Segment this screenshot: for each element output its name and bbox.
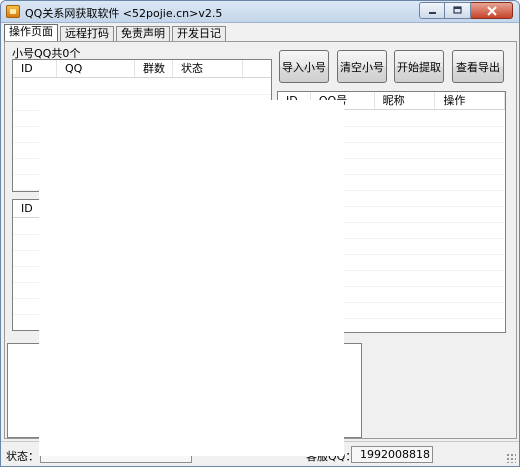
title-bar[interactable]: QQ关系网获取软件 <52pojie.cn>v2.5 bbox=[1, 1, 519, 23]
accounts-table-header: ID QQ 群数 状态 bbox=[13, 60, 271, 78]
tab-dev-log[interactable]: 开发日记 bbox=[172, 26, 226, 41]
resize-grip[interactable] bbox=[506, 453, 516, 463]
close-button[interactable] bbox=[471, 2, 513, 19]
view-export-button[interactable]: 查看导出 bbox=[452, 50, 504, 83]
maximize-icon bbox=[453, 6, 462, 14]
minimize-button[interactable] bbox=[419, 2, 445, 19]
tab-operation[interactable]: 操作页面 bbox=[4, 24, 58, 41]
column-header-status[interactable]: 状态 bbox=[173, 60, 243, 77]
close-icon bbox=[486, 5, 497, 16]
import-accounts-button[interactable]: 导入小号 bbox=[279, 50, 329, 83]
main-window: QQ关系网获取软件 <52pojie.cn>v2.5 操作页面 远程打码 免责声… bbox=[0, 0, 520, 467]
tab-remote-captcha[interactable]: 远程打码 bbox=[60, 26, 114, 41]
column-header-qq[interactable]: QQ bbox=[57, 60, 135, 77]
start-extract-button[interactable]: 开始提取 bbox=[394, 50, 444, 83]
window-controls bbox=[419, 2, 513, 19]
app-icon bbox=[6, 5, 20, 18]
tab-strip: 操作页面 远程打码 免责声明 开发日记 bbox=[4, 24, 228, 41]
column-header-action[interactable]: 操作 bbox=[435, 92, 505, 109]
status-label: 状态： bbox=[6, 450, 39, 463]
column-header-id[interactable]: ID bbox=[13, 60, 57, 77]
maximize-button[interactable] bbox=[445, 2, 471, 19]
window-title: QQ关系网获取软件 <52pojie.cn>v2.5 bbox=[25, 7, 223, 20]
column-header-group-count[interactable]: 群数 bbox=[135, 60, 173, 77]
clear-accounts-button[interactable]: 清空小号 bbox=[337, 50, 387, 83]
column-header-nickname[interactable]: 昵称 bbox=[375, 92, 436, 109]
minimize-icon bbox=[428, 12, 436, 14]
blank-overlay bbox=[39, 100, 344, 456]
support-qq-value: 1992008818 bbox=[351, 446, 433, 463]
tab-disclaimer[interactable]: 免责声明 bbox=[116, 26, 170, 41]
